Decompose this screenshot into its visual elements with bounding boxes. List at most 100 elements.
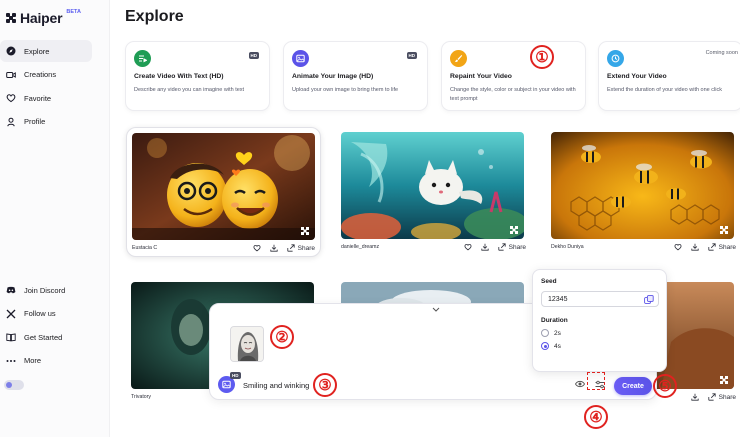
feature-card-title: Create Video With Text (HD) — [134, 73, 224, 80]
share-button[interactable]: Share — [287, 244, 315, 252]
share-label: Share — [508, 243, 526, 251]
sidebar-item-join-discord[interactable]: Join Discord — [0, 279, 94, 301]
feature-card-desc: Upload your own image to bring them to l… — [292, 87, 399, 93]
hd-badge: HD — [406, 52, 417, 59]
duration-label: Duration — [541, 317, 568, 324]
author-name[interactable]: Eustacia C — [132, 245, 253, 251]
duration-option-label: 2s — [554, 329, 561, 337]
feature-card-animate-image[interactable]: HD Animate Your Image (HD) Upload your o… — [283, 41, 428, 111]
video-thumbnail[interactable] — [341, 132, 524, 239]
sidebar-item-label: Profile — [24, 117, 46, 126]
video-card-footer: Eustacia C Share — [132, 241, 315, 255]
uploaded-image-thumbnail[interactable] — [230, 326, 264, 362]
sidebar-nav: Explore Creations Favorite Profile — [0, 40, 110, 134]
expand-icon[interactable] — [720, 226, 728, 234]
more-icon — [6, 356, 16, 366]
brand-name: Haiper — [20, 10, 63, 26]
duration-option-4s[interactable]: 4s — [541, 342, 658, 350]
seed-input[interactable]: 12345 — [541, 291, 659, 307]
randomize-seed-icon[interactable] — [644, 295, 654, 304]
radio-unchecked[interactable] — [541, 329, 549, 337]
page-title: Explore — [125, 8, 184, 25]
heart-icon — [6, 93, 16, 103]
discord-icon — [6, 285, 16, 295]
feature-card-desc: Describe any video you can imagine with … — [134, 87, 245, 93]
radio-checked[interactable] — [541, 342, 549, 350]
annotation-label: ④ — [589, 408, 603, 426]
download-icon[interactable] — [481, 243, 489, 251]
download-icon[interactable] — [691, 243, 699, 251]
theme-toggle[interactable] — [4, 380, 24, 390]
expand-icon[interactable] — [720, 376, 728, 384]
prompt-input[interactable]: Smiling and winking — [243, 381, 309, 390]
annotation-marker-2: ② — [270, 325, 294, 349]
annotation-marker-1: ① — [530, 45, 554, 69]
share-button[interactable]: Share — [708, 393, 736, 401]
share-icon — [708, 393, 716, 401]
sidebar-item-label: More — [24, 356, 42, 365]
coming-soon-label: Coming soon — [705, 50, 738, 56]
sidebar: Haiper BETA Explore Creations Favorite P… — [0, 0, 110, 437]
download-icon[interactable] — [270, 244, 278, 252]
expand-icon[interactable] — [301, 227, 309, 235]
download-icon[interactable] — [691, 393, 699, 401]
feature-card-desc: Change the style, color or subject in yo… — [450, 87, 576, 102]
feature-card-repaint-video[interactable]: Repaint Your Video Change the style, col… — [441, 41, 586, 111]
sidebar-item-explore[interactable]: Explore — [0, 40, 92, 62]
video-card-footer: Dekho Duniya Share — [551, 240, 736, 254]
chevron-down-icon[interactable] — [432, 307, 440, 312]
share-icon — [498, 243, 506, 251]
video-thumbnail[interactable] — [551, 132, 734, 239]
haiper-logo-icon — [6, 13, 16, 23]
feature-card-text-to-video[interactable]: HD Create Video With Text (HD) Describe … — [125, 41, 270, 111]
heart-icon[interactable] — [253, 244, 261, 252]
sidebar-item-follow-us[interactable]: Follow us — [0, 303, 94, 325]
video-thumbnail[interactable] — [132, 133, 315, 240]
video-card[interactable]: danielle_dreamz Share — [336, 127, 531, 257]
author-name[interactable]: danielle_dreamz — [341, 244, 464, 250]
feature-card-title: Extend Your Video — [607, 73, 667, 80]
sidebar-item-label: Creations — [24, 70, 57, 79]
create-button[interactable]: Create — [614, 377, 652, 395]
annotation-label: ① — [535, 48, 549, 66]
eye-icon[interactable] — [575, 380, 585, 388]
settings-popover: Seed 12345 Duration 2s 4s — [532, 269, 667, 372]
share-label: Share — [718, 393, 736, 401]
share-button[interactable]: Share — [708, 243, 736, 251]
annotation-marker-4: ④ — [584, 405, 608, 429]
duration-option-2s[interactable]: 2s — [541, 329, 658, 337]
sidebar-bottom-nav: Join Discord Follow us Get Started More — [0, 279, 110, 373]
beta-badge: BETA — [66, 9, 81, 15]
share-label: Share — [297, 244, 315, 252]
x-icon — [6, 309, 16, 319]
annotation-label: ⑤ — [658, 377, 672, 395]
annotation-marker-5: ⑤ — [653, 374, 677, 398]
sidebar-item-profile[interactable]: Profile — [0, 111, 94, 133]
sidebar-item-creations[interactable]: Creations — [0, 64, 94, 86]
image-icon — [292, 50, 309, 67]
sidebar-item-get-started[interactable]: Get Started — [0, 326, 94, 348]
annotation-label: ② — [275, 328, 289, 346]
sidebar-item-label: Join Discord — [24, 285, 66, 295]
share-button[interactable]: Share — [498, 243, 526, 251]
portrait-sketch-image — [231, 327, 263, 361]
sidebar-item-label: Explore — [24, 46, 50, 56]
brand-logo[interactable]: Haiper BETA — [6, 9, 81, 26]
video-card[interactable]: Dekho Duniya Share — [546, 127, 740, 257]
expand-icon[interactable] — [510, 226, 518, 234]
clock-icon — [607, 50, 624, 67]
feature-card-extend-video[interactable]: Coming soon Extend Your Video Extend the… — [598, 41, 740, 111]
sidebar-item-label: Favorite — [24, 93, 52, 103]
feature-card-title: Repaint Your Video — [450, 73, 512, 80]
heart-icon[interactable] — [674, 243, 682, 251]
hd-badge: HD — [248, 52, 259, 59]
user-icon — [6, 117, 16, 127]
brush-icon — [450, 50, 467, 67]
heart-icon[interactable] — [464, 243, 472, 251]
author-name[interactable]: Dekho Duniya — [551, 244, 674, 250]
share-icon — [287, 244, 295, 252]
video-card[interactable]: Eustacia C Share — [126, 127, 321, 257]
sidebar-item-favorite[interactable]: Favorite — [0, 87, 94, 109]
sidebar-item-more[interactable]: More — [0, 350, 94, 372]
duration-option-label: 4s — [554, 342, 561, 350]
